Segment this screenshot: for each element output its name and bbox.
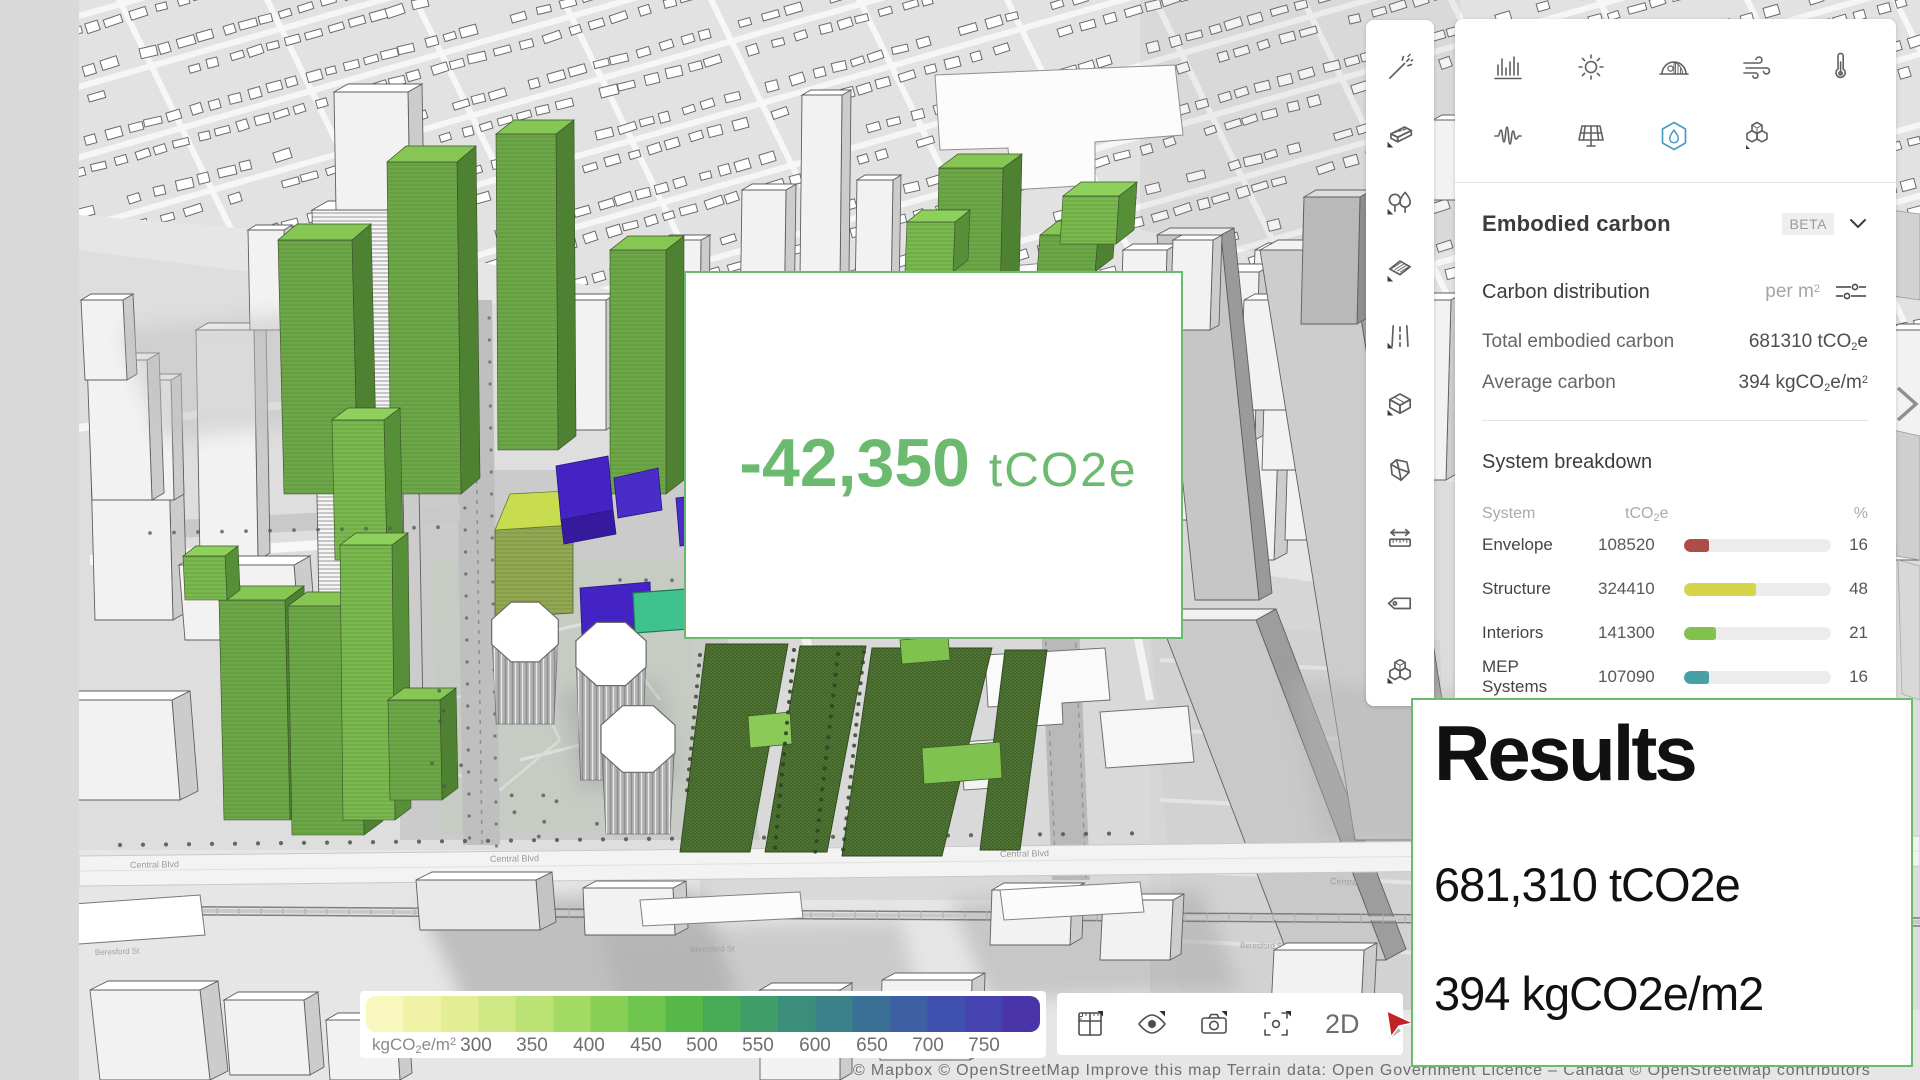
svg-text:Central Blvd: Central Blvd (490, 853, 539, 864)
svg-text:Central Blvd: Central Blvd (130, 859, 179, 870)
svg-text:Beresford St: Beresford St (690, 944, 735, 954)
svg-text:Beresford St: Beresford St (95, 946, 141, 957)
